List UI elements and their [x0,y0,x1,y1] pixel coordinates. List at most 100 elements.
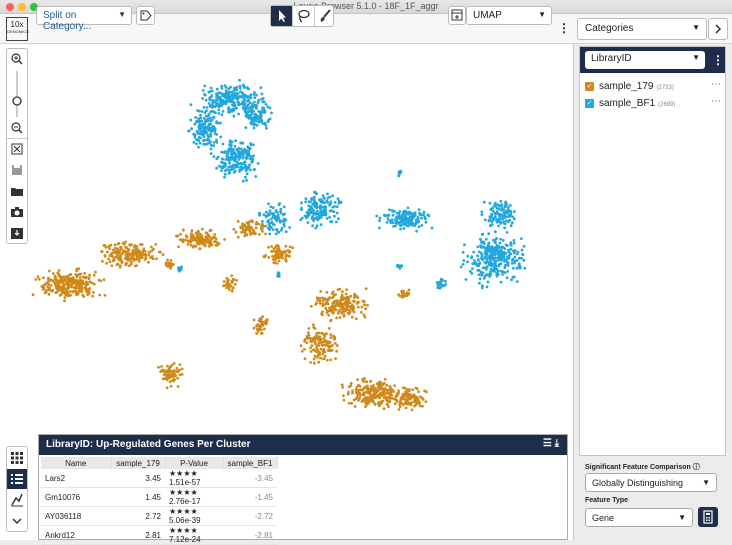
cell-point [361,393,365,397]
cell-point [350,303,354,307]
cell-point [311,224,314,228]
cell-point [222,151,226,154]
cell-point [217,108,221,112]
brush-tool[interactable] [315,6,336,26]
cell-point [327,313,330,317]
filter-icon[interactable]: ☰ [543,438,552,449]
cell-point [335,205,339,209]
cell-point [333,201,337,204]
library-id-dropdown[interactable]: LibraryID ▼ [585,51,705,69]
grid-view-icon[interactable] [7,448,27,468]
category-more-icon[interactable]: ⋮ [712,54,724,66]
cell-point [235,279,239,282]
cell-point [245,104,249,108]
cell-point [395,392,399,396]
cell-point [112,258,116,262]
checkbox-icon[interactable]: ✓ [585,82,594,91]
table-row[interactable]: Gm10076 1.45 ★★★★ 2.76e-17 -1.45 [41,487,277,507]
add-projection-button[interactable] [448,6,466,25]
cell-point [203,84,207,88]
lasso-tool[interactable] [293,6,315,26]
cell-point [361,388,365,392]
cell-point [303,339,306,343]
feature-type-dropdown[interactable]: Gene ▼ [585,508,693,527]
cell-point [254,175,258,178]
cell-point [330,305,334,309]
logo-main: 10x [10,20,24,29]
cell-point [238,78,242,82]
cell-point [335,211,339,215]
cell-point [399,398,403,401]
cell-point [490,213,494,217]
cell-point [143,258,147,261]
cell-point [494,241,497,245]
cell-point [408,394,411,398]
cell-point [233,159,237,163]
cell-point [168,380,172,384]
cell-point [345,288,349,291]
info-icon[interactable]: ⓘ [693,464,700,471]
cell-point [398,403,402,406]
categories-dropdown[interactable]: Categories ▼ [577,18,707,40]
table-row[interactable]: Lars2 3.45 ★★★★ 1.51e-57 -3.45 [41,469,277,488]
cell-point [200,227,204,231]
cell-point [501,208,504,212]
column-header[interactable]: Name [41,457,112,469]
cell-point [308,211,312,215]
cell-point [378,226,381,230]
cell-point [268,222,271,225]
more-icon[interactable]: ⋯ [711,96,721,107]
column-header[interactable]: P-Value [165,457,224,469]
cell-point [228,108,232,112]
checkbox-icon[interactable]: ✓ [585,99,594,108]
split-on-category-dropdown[interactable]: Split on Category... ▼ [36,6,132,32]
table-row[interactable]: AY036118 2.72 ★★★★ 5.06e-39 -2.72 [41,506,277,526]
cell-point [321,310,324,314]
pointer-tool[interactable] [271,6,293,26]
tag-button[interactable] [136,6,155,25]
cell-point [239,153,243,157]
calculator-button[interactable] [698,507,718,527]
cell-point [513,210,516,214]
more-icon[interactable]: ⋯ [711,79,721,90]
save-icon[interactable] [7,161,27,179]
zoom-slider[interactable] [7,69,27,119]
cell-point [161,377,165,381]
cell-point [249,122,253,125]
cell-point [346,304,350,307]
collapse-icon[interactable] [7,511,27,531]
next-panel-button[interactable] [708,18,728,40]
significance-dropdown[interactable]: Globally Distinguishing ▼ [585,473,717,492]
cell-point [264,232,267,236]
projection-dropdown[interactable]: UMAP ▼ [466,6,552,25]
projection-more-icon[interactable]: ⋮ [558,22,570,34]
column-header[interactable]: sample_179 [111,457,166,469]
table-row[interactable]: Ankrd12 2.81 ★★★★ 7.12e-24 -2.81 [41,525,277,545]
cell-point [412,215,416,219]
violin-plot-icon[interactable] [7,490,27,510]
column-header[interactable]: sample_BF1 [223,457,278,469]
cell-point [358,384,362,388]
zoom-out-icon[interactable] [7,119,27,137]
folder-icon[interactable] [7,182,27,200]
category-item[interactable]: ✓ sample_179 (2733) ⋯ [585,79,723,95]
cell-point [277,256,281,259]
download-icon[interactable]: ⤓ [555,438,559,449]
cell-point [326,196,330,200]
cell-point [510,278,513,282]
fit-view-icon[interactable] [7,140,27,158]
camera-icon[interactable] [7,203,27,221]
zoom-in-icon[interactable] [7,50,27,68]
category-label: sample_BF1 [599,98,656,109]
cell-point [386,217,390,221]
cell-point [48,288,52,292]
cell-point [309,206,312,210]
cell-point [173,378,176,382]
p-value: ★★★★ 2.76e-17 [165,487,223,507]
export-icon[interactable] [7,224,27,242]
list-view-icon[interactable] [7,469,27,489]
cell-point [405,294,409,297]
cell-point [288,245,292,249]
cell-point [388,208,391,212]
category-item[interactable]: ✓ sample_BF1 (2699) ⋯ [585,96,723,112]
